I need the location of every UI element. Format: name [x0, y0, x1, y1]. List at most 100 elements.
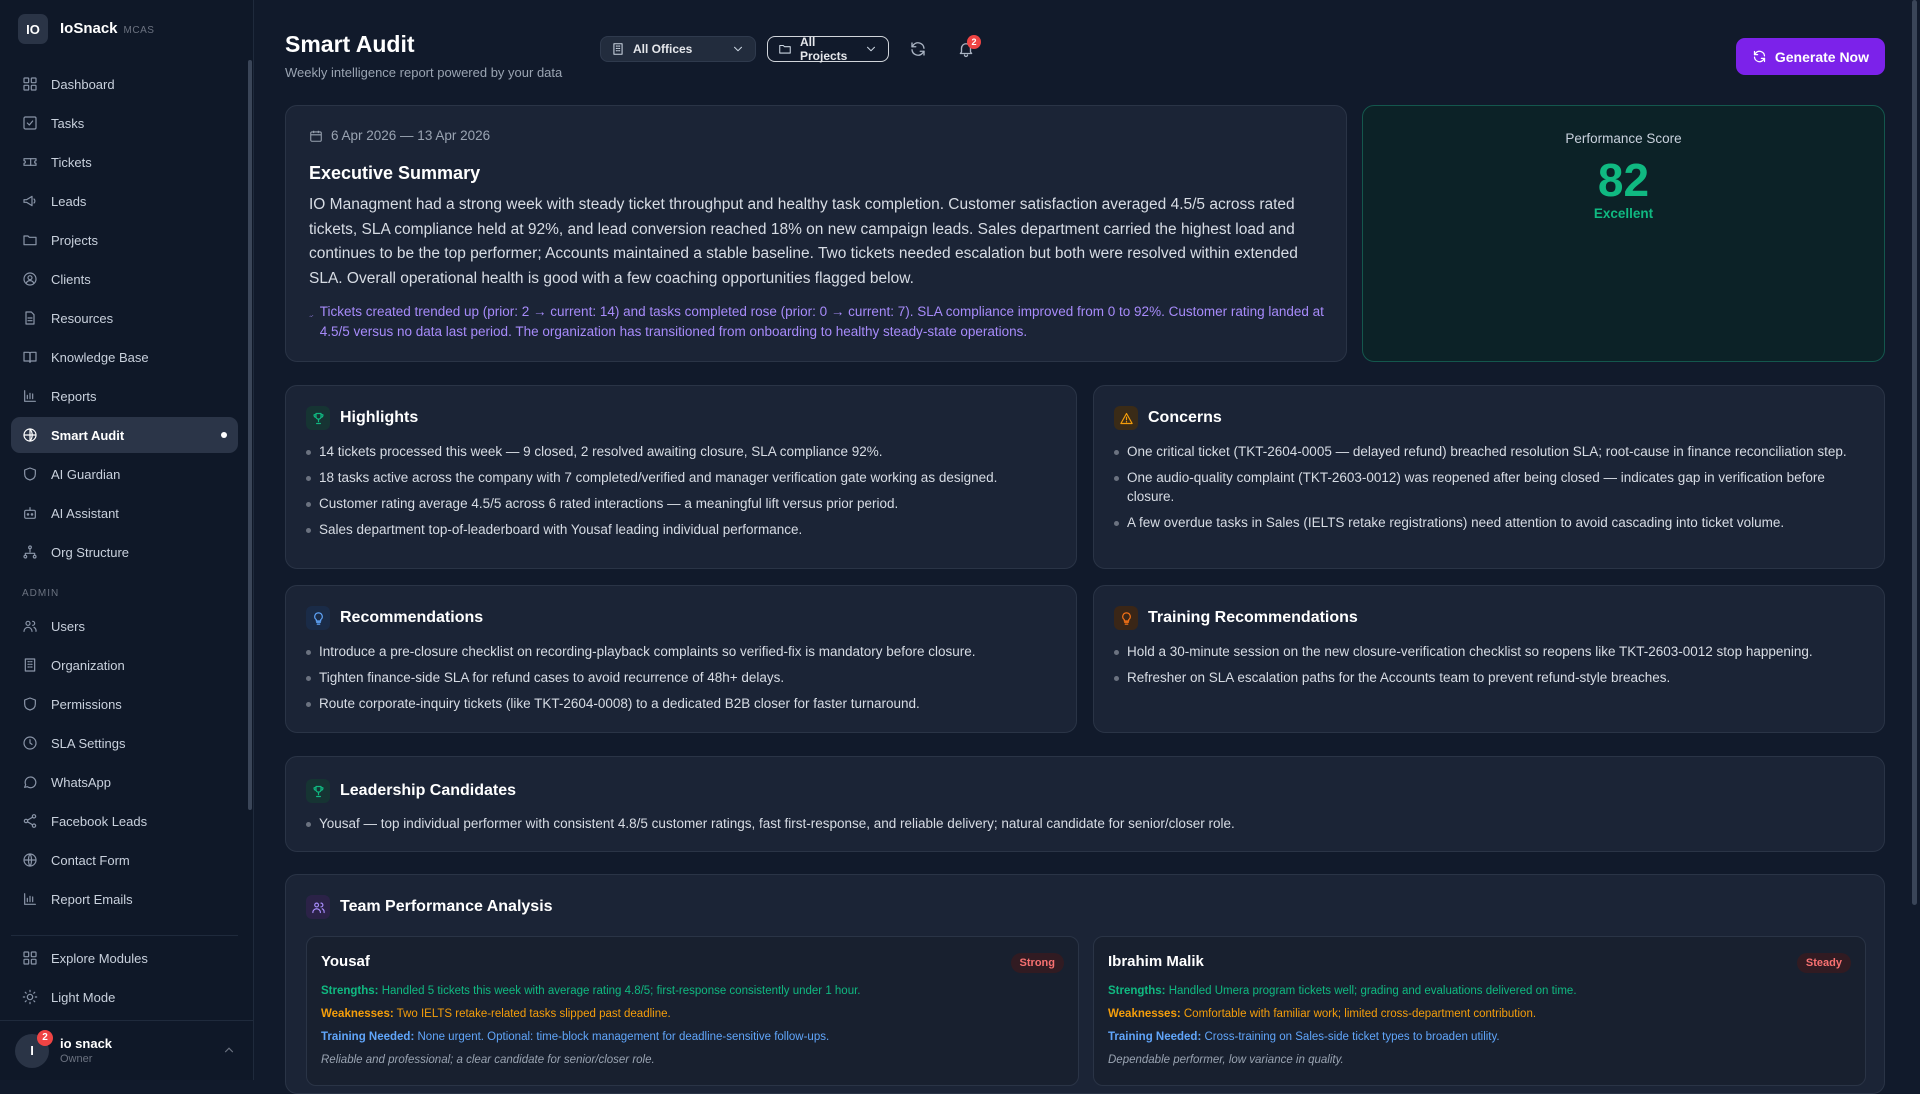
sun-icon [22, 989, 38, 1005]
sidebar-item-light-mode[interactable]: Light Mode [11, 979, 238, 1015]
member-training: Training Needed: Cross-training on Sales… [1108, 1031, 1500, 1043]
highlights-card: Highlights 14 tickets processed this wee… [285, 385, 1077, 569]
status-badge: Strong [1010, 953, 1064, 973]
sidebar-item-permissions[interactable]: Permissions [11, 686, 238, 722]
sidebar-item-contact-form[interactable]: Contact Form [11, 842, 238, 878]
sidebar-item-label: WhatsApp [51, 774, 111, 790]
team-member-card: Yousaf Strong Strengths: Handled 5 ticke… [306, 936, 1079, 1086]
sidebar-item-explore-modules[interactable]: Explore Modules [11, 940, 238, 976]
member-note: Reliable and professional; a clear candi… [321, 1054, 655, 1066]
highlights-title: Highlights [340, 409, 419, 426]
main-scrollbar[interactable] [1912, 0, 1917, 905]
list-item: Introduce a pre-closure checklist on rec… [306, 642, 1066, 661]
sidebar-item-label: Reports [51, 388, 97, 404]
sidebar-item-label: Projects [51, 232, 98, 248]
audit-icon [23, 428, 37, 442]
performance-score-rating: Excellent [1593, 206, 1654, 221]
user-menu[interactable]: I 2 io snack Owner [0, 1020, 254, 1080]
sidebar-item-label: Clients [51, 271, 91, 287]
strengths-text: Handled 5 tickets this week with average… [381, 985, 861, 997]
leadership-list: Yousaf — top individual performer with c… [306, 814, 1856, 840]
sidebar-item-tasks[interactable]: Tasks [11, 105, 238, 141]
member-name: Ibrahim Malik [1108, 953, 1204, 970]
weaknesses-text: Two IELTS retake-related tasks slipped p… [396, 1008, 671, 1020]
robot-icon [24, 507, 36, 519]
building-icon [24, 658, 36, 672]
leadership-candidates-card: Leadership Candidates Yousaf — top indiv… [285, 756, 1885, 852]
sidebar-item-leads[interactable]: Leads [11, 183, 238, 219]
chevron-down-icon [733, 46, 743, 52]
project-select[interactable]: All Projects [767, 35, 889, 63]
sidebar-item-projects[interactable]: Projects [11, 222, 238, 258]
performance-score-card: Performance Score 82 Excellent [1362, 105, 1885, 362]
brand[interactable]: IO IoSnack MCAS [18, 14, 154, 44]
sidebar-item-label: SLA Settings [51, 735, 126, 751]
sidebar-item-smart-audit[interactable]: Smart Audit [11, 417, 238, 453]
notification-badge: 2 [967, 35, 981, 49]
sidebar-scrollbar[interactable] [248, 60, 252, 810]
executive-summary-card: 6 Apr 2026 — 13 Apr 2026 Executive Summa… [285, 105, 1347, 362]
sidebar-item-resources[interactable]: Resources [11, 300, 238, 336]
sidebar-item-ai-guardian[interactable]: AI Guardian [11, 456, 238, 492]
office-select[interactable]: All Offices [600, 36, 756, 62]
sidebar-item-org-structure[interactable]: Org Structure [11, 534, 238, 570]
share-icon [23, 814, 37, 828]
date-range: 6 Apr 2026 — 13 Apr 2026 [309, 128, 490, 143]
sidebar-item-organization[interactable]: Organization [11, 647, 238, 683]
sidebar-item-users[interactable]: Users [11, 608, 238, 644]
refresh-button[interactable] [904, 35, 932, 63]
member-training: Training Needed: None urgent. Optional: … [321, 1031, 829, 1043]
building-icon [613, 43, 623, 55]
chevron-down-icon [866, 46, 876, 52]
folder-icon [23, 235, 37, 246]
sidebar-item-label: Organization [51, 657, 125, 673]
sidebar-item-clients[interactable]: Clients [11, 261, 238, 297]
sidebar-item-ai-assistant[interactable]: AI Assistant [11, 495, 238, 531]
user-role: Owner [60, 1053, 93, 1065]
member-name: Yousaf [321, 953, 370, 970]
chevron-up-icon[interactable] [222, 1043, 236, 1057]
sidebar-item-sla-settings[interactable]: SLA Settings [11, 725, 238, 761]
team-performance-header: Team Performance Analysis [306, 895, 553, 919]
refresh-icon [911, 42, 925, 56]
sidebar-item-dashboard[interactable]: Dashboard [11, 66, 238, 102]
executive-summary-title: Executive Summary [309, 163, 481, 183]
trend-note: Tickets created trended up (prior: 2 → c… [309, 302, 1329, 341]
executive-summary-body: IO Managment had a strong week with stea… [309, 196, 1298, 287]
member-note: Dependable performer, low variance in qu… [1108, 1054, 1344, 1066]
member-strengths: Strengths: Handled 5 tickets this week w… [321, 985, 861, 997]
brand-tag: MCAS [123, 25, 155, 36]
list-item: 14 tickets processed this week — 9 close… [306, 442, 1066, 461]
list-item: 18 tasks active across the company with … [306, 468, 1066, 487]
status-badge: Steady [1796, 953, 1851, 973]
training-list: Hold a 30-minute session on the new clos… [1114, 642, 1874, 694]
member-weaknesses: Weaknesses: Two IELTS retake-related tas… [321, 1008, 671, 1020]
sidebar-item-label: Smart Audit [51, 427, 125, 443]
sidebar-item-knowledge-base[interactable]: Knowledge Base [11, 339, 238, 375]
sidebar-item-reports[interactable]: Reports [11, 378, 238, 414]
sidebar-item-label: Report Emails [51, 891, 133, 907]
sidebar-item-report-emails[interactable]: Report Emails [11, 881, 238, 917]
sidebar-item-label: Light Mode [51, 989, 116, 1005]
sidebar-item-label: Contact Form [51, 852, 130, 868]
sidebar-item-label: Explore Modules [51, 950, 148, 966]
generate-now-label: Generate Now [1774, 48, 1869, 65]
sidebar-item-label: Leads [51, 193, 87, 209]
strengths-label: Strengths: [321, 985, 379, 997]
sidebar-item-label: Tickets [51, 154, 92, 170]
sidebar-item-tickets[interactable]: Tickets [11, 144, 238, 180]
sidebar-item-facebook-leads[interactable]: Facebook Leads [11, 803, 238, 839]
sidebar-item-whatsapp[interactable]: WhatsApp [11, 764, 238, 800]
list-item: Refresher on SLA escalation paths for th… [1114, 668, 1874, 687]
notifications-button[interactable]: 2 [952, 35, 981, 63]
concerns-list: One critical ticket (TKT-2604-0005 — del… [1114, 442, 1874, 539]
generate-now-button[interactable]: Generate Now [1735, 38, 1885, 75]
trophy-icon [306, 779, 330, 803]
concerns-title: Concerns [1148, 409, 1222, 426]
shield-icon [24, 467, 36, 481]
concerns-header: Concerns [1114, 406, 1222, 430]
sidebar-nav: Dashboard Tasks Tickets Leads Projects C… [11, 66, 238, 920]
project-select-value: All Projects [800, 35, 848, 63]
recommendations-card: Recommendations Introduce a pre-closure … [285, 585, 1077, 733]
list-item: Yousaf — top individual performer with c… [306, 814, 1856, 833]
